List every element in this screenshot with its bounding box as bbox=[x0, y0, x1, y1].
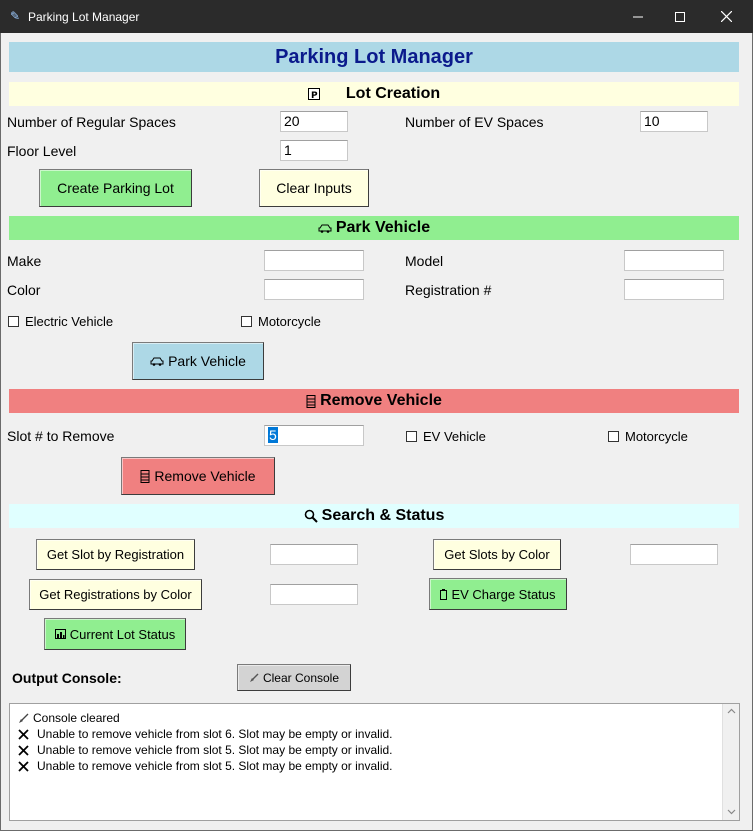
lot-creation-header: P Lot Creation bbox=[9, 82, 739, 106]
scrollbar-arrows bbox=[727, 708, 736, 815]
parking-sign-icon: P bbox=[307, 88, 320, 100]
remove-vehicle-header: Remove Vehicle bbox=[9, 389, 739, 413]
motorcycle-checkbox[interactable]: Motorcycle bbox=[241, 314, 321, 329]
remove-vehicle-button-label: Remove Vehicle bbox=[154, 468, 256, 484]
feather-icon: ✎ bbox=[10, 9, 21, 23]
remove-vehicle-button[interactable]: Remove Vehicle bbox=[121, 457, 275, 495]
cross-icon bbox=[18, 760, 29, 772]
console-scrollbar[interactable] bbox=[722, 704, 739, 820]
clear-inputs-button[interactable]: Clear Inputs bbox=[259, 169, 369, 207]
slot-remove-input[interactable]: 5 bbox=[264, 425, 364, 446]
clear-console-button[interactable]: Clear Console bbox=[237, 664, 351, 691]
park-vehicle-button-label: Park Vehicle bbox=[168, 353, 246, 369]
ev-charge-status-label: EV Charge Status bbox=[451, 586, 556, 602]
checkbox-box[interactable] bbox=[406, 431, 417, 442]
car-icon bbox=[150, 356, 164, 366]
get-slots-by-color-button[interactable]: Get Slots by Color bbox=[433, 539, 561, 570]
clear-console-label: Clear Console bbox=[262, 670, 340, 685]
barrier-icon bbox=[140, 469, 150, 483]
broom-icon bbox=[18, 713, 29, 724]
current-lot-status-button[interactable]: Current Lot Status bbox=[44, 618, 186, 650]
output-console[interactable]: Console cleared Unable to remove vehicle… bbox=[9, 703, 740, 821]
svg-text:P: P bbox=[311, 91, 318, 100]
output-console-label: Output Console: bbox=[12, 670, 122, 686]
ev-spaces-input[interactable]: 10 bbox=[640, 111, 708, 132]
maximize-button[interactable] bbox=[657, 0, 703, 33]
console-line: Console cleared bbox=[18, 711, 120, 725]
get-slot-by-registration-button[interactable]: Get Slot by Registration bbox=[36, 539, 195, 570]
window-title: Parking Lot Manager bbox=[28, 10, 140, 24]
checkbox-box[interactable] bbox=[8, 316, 19, 327]
create-parking-lot-button[interactable]: Create Parking Lot bbox=[39, 169, 192, 207]
get-registrations-by-color-button[interactable]: Get Registrations by Color bbox=[29, 579, 202, 610]
battery-icon bbox=[440, 588, 448, 600]
console-line: Unable to remove vehicle from slot 5. Sl… bbox=[18, 759, 393, 773]
minimize-button[interactable] bbox=[615, 0, 661, 33]
registration-label: Registration # bbox=[405, 282, 492, 298]
checkbox-box[interactable] bbox=[608, 431, 619, 442]
slot-remove-label: Slot # to Remove bbox=[7, 428, 115, 444]
park-vehicle-header: Park Vehicle bbox=[9, 216, 739, 240]
ev-vehicle-label: EV Vehicle bbox=[423, 429, 486, 444]
cross-icon bbox=[18, 744, 29, 756]
close-button[interactable] bbox=[703, 0, 749, 33]
lot-creation-title: Lot Creation bbox=[345, 85, 441, 102]
floor-level-input[interactable]: 1 bbox=[280, 140, 348, 161]
console-line-text: Console cleared bbox=[33, 711, 120, 725]
search-status-title: Search & Status bbox=[321, 507, 445, 524]
console-line: Unable to remove vehicle from slot 6. Sl… bbox=[18, 727, 393, 741]
make-label: Make bbox=[7, 253, 42, 269]
motorcycle-label: Motorcycle bbox=[258, 314, 321, 329]
cross-icon bbox=[18, 728, 29, 740]
ev-charge-status-button[interactable]: EV Charge Status bbox=[429, 578, 567, 610]
minimize-icon bbox=[633, 16, 643, 17]
model-input[interactable] bbox=[624, 250, 724, 271]
broom-icon bbox=[249, 673, 259, 683]
bar-chart-icon bbox=[54, 629, 66, 639]
remove-vehicle-title: Remove Vehicle bbox=[320, 392, 442, 409]
search-status-header: Search & Status bbox=[9, 504, 739, 528]
current-lot-status-label: Current Lot Status bbox=[69, 626, 176, 642]
regular-spaces-input[interactable]: 20 bbox=[280, 111, 348, 132]
ev-vehicle-checkbox[interactable]: EV Vehicle bbox=[406, 429, 486, 444]
floor-level-label: Floor Level bbox=[7, 143, 77, 159]
registrations-color-input[interactable] bbox=[270, 584, 358, 605]
color-search-input[interactable] bbox=[630, 544, 718, 565]
electric-vehicle-checkbox[interactable]: Electric Vehicle bbox=[8, 314, 113, 329]
window-titlebar: ✎ Parking Lot Manager bbox=[0, 0, 753, 33]
slot-remove-value: 5 bbox=[268, 427, 278, 443]
ev-spaces-label: Number of EV Spaces bbox=[405, 114, 544, 130]
console-line-text: Unable to remove vehicle from slot 6. Sl… bbox=[37, 727, 393, 741]
car-icon bbox=[318, 223, 332, 233]
magnifier-icon bbox=[304, 509, 318, 523]
remove-motorcycle-label: Motorcycle bbox=[625, 429, 688, 444]
park-vehicle-title: Park Vehicle bbox=[335, 219, 431, 236]
electric-vehicle-label: Electric Vehicle bbox=[25, 314, 114, 329]
checkbox-box[interactable] bbox=[241, 316, 252, 327]
console-line-text: Unable to remove vehicle from slot 5. Sl… bbox=[37, 743, 393, 757]
make-input[interactable] bbox=[264, 250, 364, 271]
park-vehicle-button[interactable]: Park Vehicle bbox=[132, 342, 264, 380]
app-title: Parking Lot Manager bbox=[9, 42, 739, 72]
color-input[interactable] bbox=[264, 279, 364, 300]
maximize-icon bbox=[675, 11, 685, 22]
barrier-icon bbox=[306, 394, 316, 408]
console-line: Unable to remove vehicle from slot 5. Sl… bbox=[18, 743, 393, 757]
remove-motorcycle-checkbox[interactable]: Motorcycle bbox=[608, 429, 688, 444]
close-icon bbox=[720, 11, 732, 22]
model-label: Model bbox=[405, 253, 444, 269]
registration-input[interactable] bbox=[624, 279, 724, 300]
registration-search-input[interactable] bbox=[270, 544, 358, 565]
console-line-text: Unable to remove vehicle from slot 5. Sl… bbox=[37, 759, 393, 773]
color-label: Color bbox=[7, 282, 41, 298]
regular-spaces-label: Number of Regular Spaces bbox=[7, 114, 176, 130]
